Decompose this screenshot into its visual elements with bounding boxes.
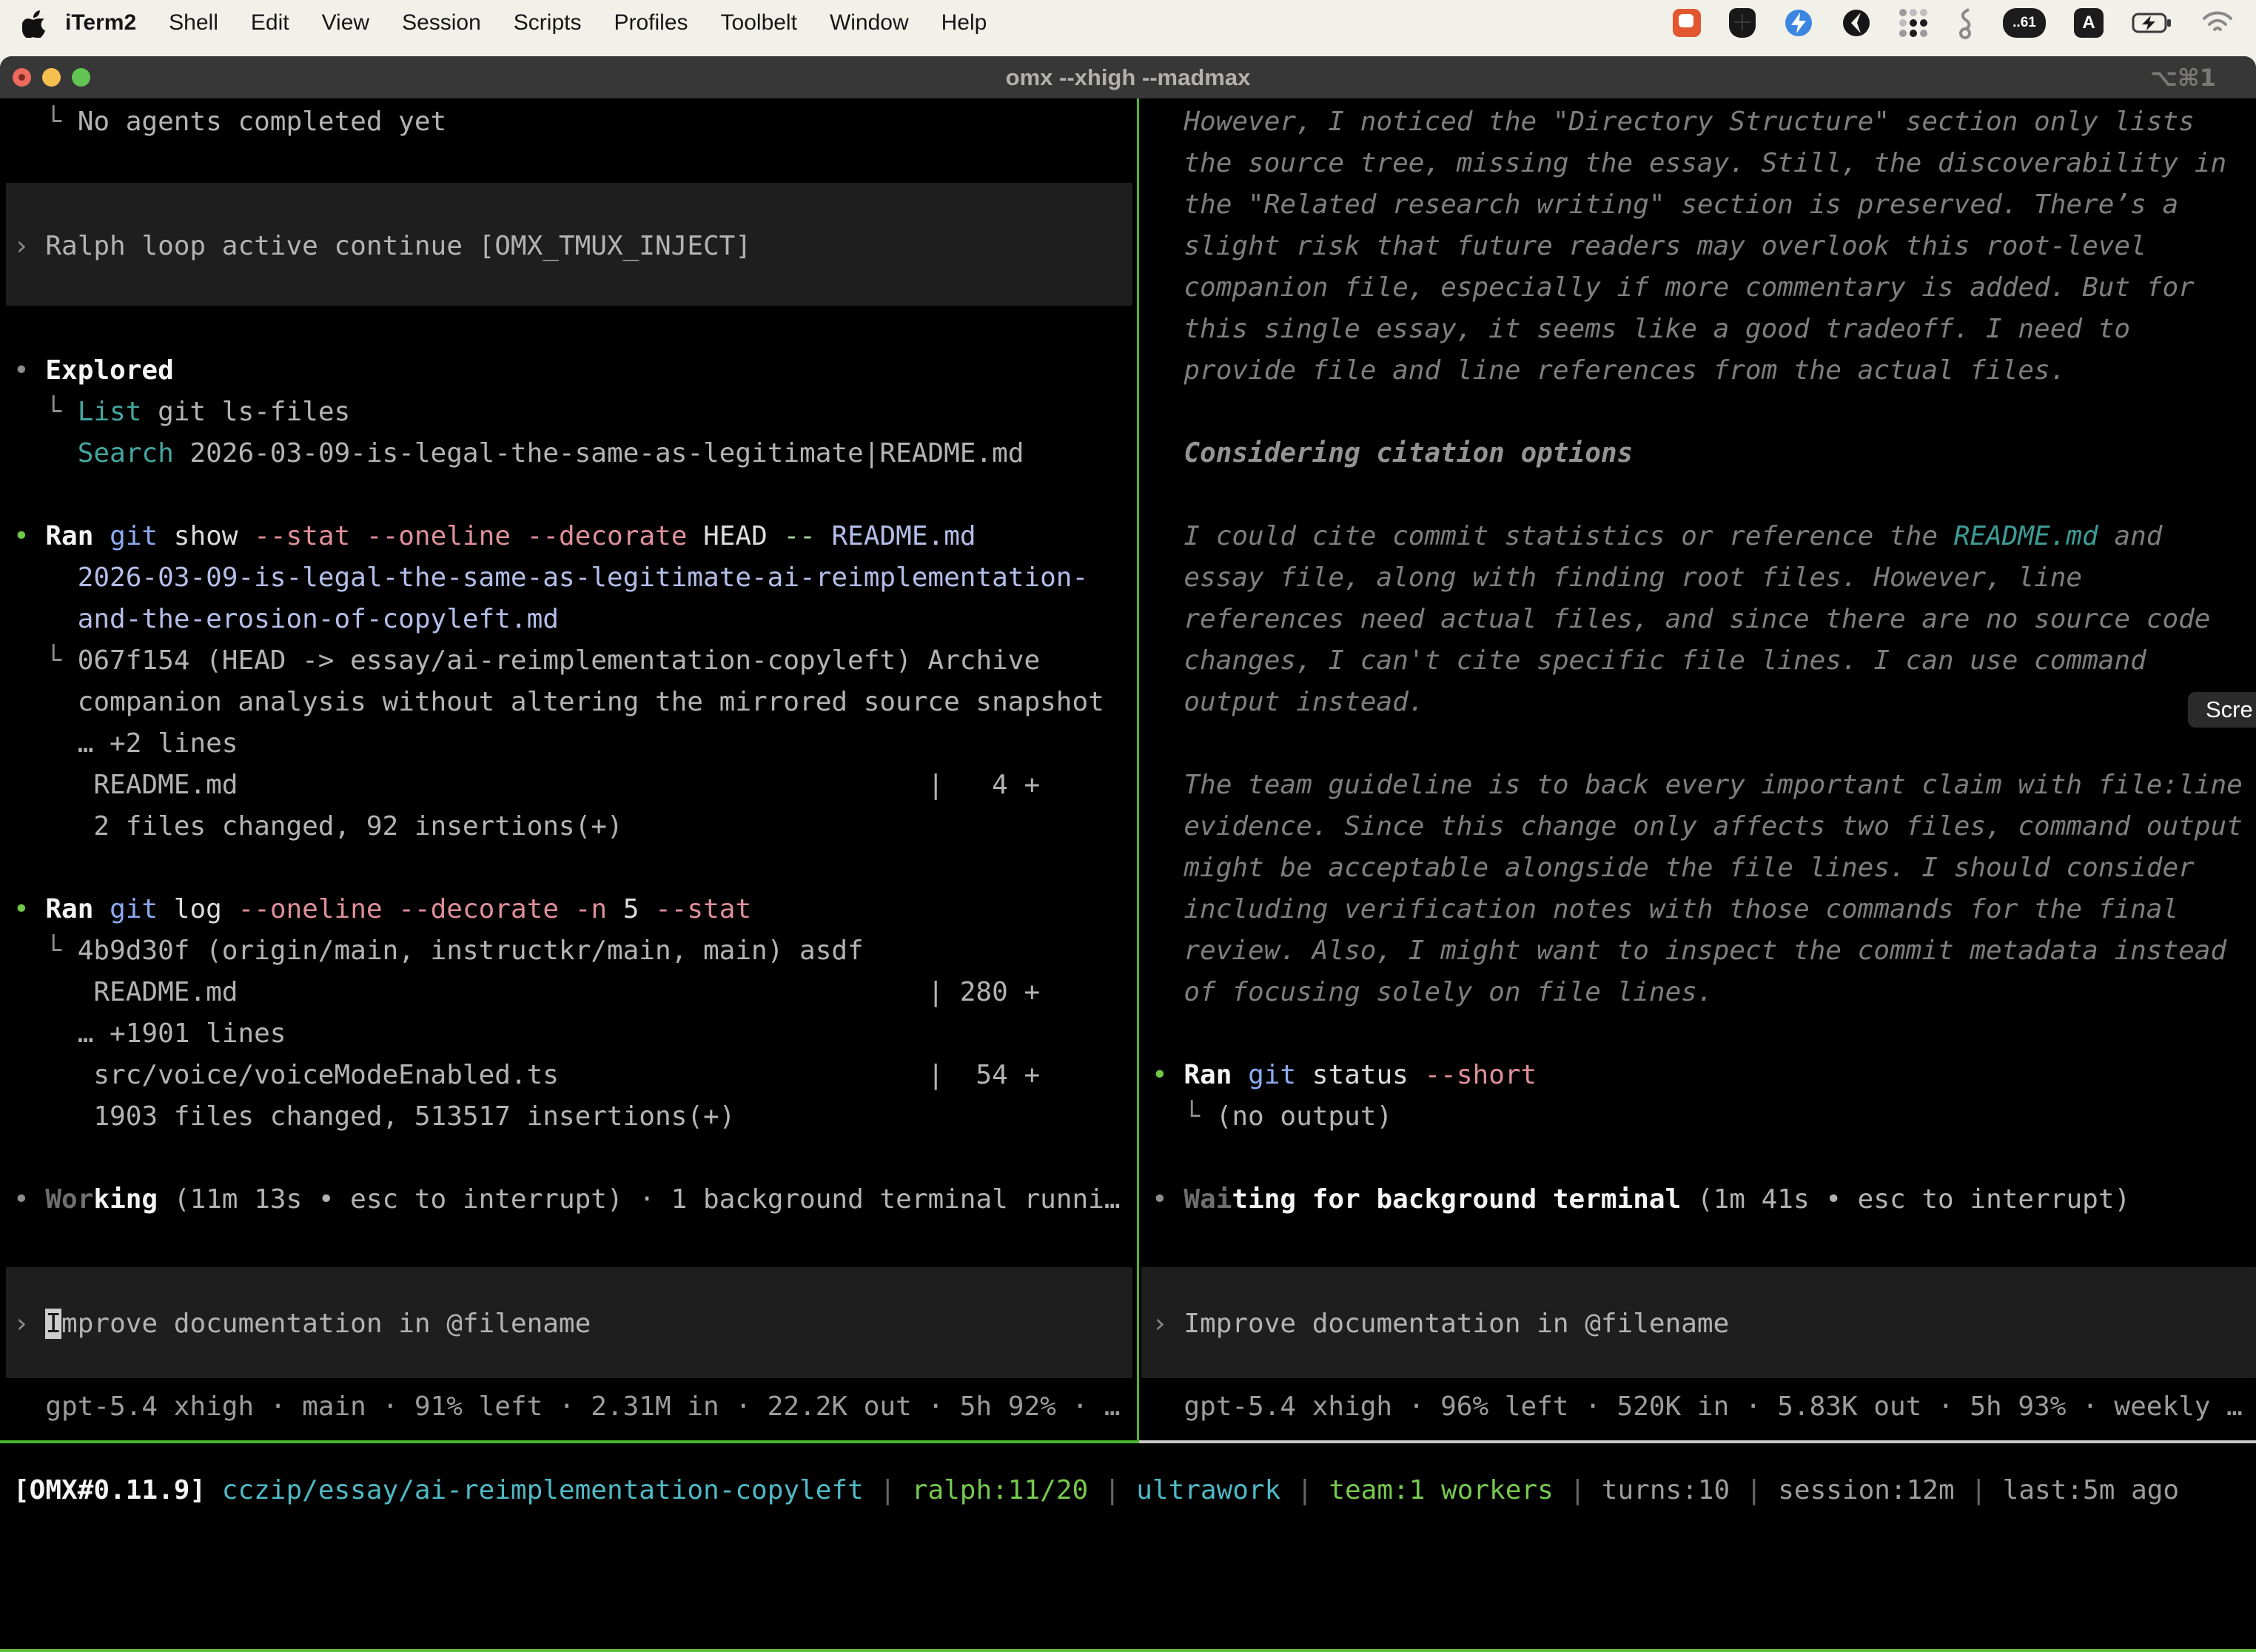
pane-divider[interactable] (1137, 98, 1139, 1443)
close-button[interactable] (13, 68, 31, 87)
menu-item-view[interactable]: View (322, 10, 369, 36)
screen-record-icon[interactable] (1673, 9, 1701, 37)
title-bar: omx --xhigh --madmax ⌥⌘1 (0, 56, 2256, 98)
terminal-line-left: and-the-erosion-of-copyleft.md (13, 599, 559, 640)
terminal-line-left: └ 4b9d30f (origin/main, instructkr/main,… (13, 930, 864, 972)
terminal-line-right: slight risk that future readers may over… (1152, 226, 2146, 267)
screen-share-chip[interactable]: Scre (2188, 692, 2256, 728)
tmux-pane-left[interactable]: └ No agents completed yet › Ralph loop ac… (0, 98, 1137, 1440)
terminal-area: └ No agents completed yet › Ralph loop ac… (0, 98, 2256, 1593)
menu-app-name[interactable]: iTerm2 (65, 10, 136, 36)
terminal-line-left: • Explored (13, 350, 174, 392)
menu-item-help[interactable]: Help (941, 10, 987, 36)
terminal-line-right: Considering citation options (1152, 433, 1633, 474)
terminal-line-left: └ 067f154 (HEAD -> essay/ai-reimplementa… (13, 640, 1040, 682)
terminal-line-right: including verification notes with those … (1152, 889, 2178, 930)
terminal-line-right: the source tree, missing the essay. Stil… (1152, 143, 2226, 184)
terminal-line-left: 1903 files changed, 513517 insertions(+) (13, 1096, 735, 1138)
terminal-line-right: └ (no output) (1152, 1096, 1392, 1138)
terminal-line-left: README.md | 280 + (13, 972, 1040, 1013)
menu-item-toolbelt[interactable]: Toolbelt (721, 10, 797, 36)
omx-status-line: [OMX#0.11.9] cczip/essay/ai-reimplementa… (13, 1467, 2256, 1508)
menu-item-profiles[interactable]: Profiles (614, 10, 688, 36)
terminal-line-left: … +1901 lines (13, 1013, 286, 1055)
terminal-line-left: README.md | 4 + (13, 765, 1040, 806)
terminal-line-left: gpt-5.4 xhigh · main · 91% left · 2.31M … (13, 1386, 1121, 1428)
arc-circle-icon[interactable] (1842, 8, 1871, 38)
terminal-line-right: I could cite commit statistics or refere… (1152, 516, 2162, 557)
hook-icon[interactable] (1955, 7, 1975, 39)
terminal-line-left: 2026-03-09-is-legal-the-same-as-legitima… (13, 557, 1088, 599)
terminal-line-right: gpt-5.4 xhigh · 96% left · 520K in · 5.8… (1152, 1386, 2243, 1428)
dots-grid-icon[interactable] (1899, 9, 1927, 37)
minimize-button[interactable] (42, 68, 61, 87)
terminal-line-left: └ List git ls-files (13, 392, 350, 433)
terminal-line-right: the "Related research writing" section i… (1152, 184, 2178, 226)
menu-item-session[interactable]: Session (402, 10, 481, 36)
menu-status-area: ..61 A (1673, 7, 2234, 39)
terminal-line-left: src/voice/voiceModeEnabled.ts | 54 + (13, 1055, 1040, 1096)
terminal-line-left: › Improve documentation in @filename (13, 1303, 591, 1345)
terminal-line-right: evidence. Since this change only affects… (1152, 806, 2243, 847)
terminal-line-right: might be acceptable alongside the file l… (1152, 847, 2195, 889)
terminal-line-left: … +2 lines (13, 723, 238, 765)
iterm-window: omx --xhigh --madmax ⌥⌘1 └ No agents com… (0, 56, 2256, 1652)
shield-grid-icon[interactable] (1729, 8, 1756, 38)
menu-item-window[interactable]: Window (830, 10, 909, 36)
terminal-line-left: • Working (11m 13s • esc to interrupt) ·… (13, 1179, 1121, 1220)
terminal-line-right: output instead. (1152, 682, 1424, 723)
zoom-button[interactable] (72, 68, 90, 87)
terminal-line-left: companion analysis without altering the … (13, 682, 1104, 723)
tmux-status-bar: [omx-cczip0:bash* "MacBook-Pro-44.local"… (0, 1649, 2256, 1652)
menu-item-scripts[interactable]: Scripts (514, 10, 582, 36)
apple-icon[interactable] (22, 8, 52, 38)
terminal-line-right: › Improve documentation in @filename (1152, 1303, 1729, 1345)
bolt-circle-icon[interactable] (1784, 8, 1813, 38)
terminal-line-left: Search 2026-03-09-is-legal-the-same-as-l… (13, 433, 1024, 474)
terminal-line-left: • Ran git show --stat --oneline --decora… (13, 516, 976, 557)
window-shortcut: ⌥⌘1 (2150, 64, 2216, 92)
omx-status-text: [OMX#0.11.9] cczip/essay/ai-reimplementa… (13, 1470, 2179, 1511)
pane-border-bottom-right (1139, 1440, 2256, 1443)
terminal-line-right: companion file, especially if more comme… (1152, 267, 2195, 309)
menu-bar: iTerm2 Shell Edit View Session Scripts Profil… (0, 0, 2256, 56)
terminal-line-right: • Waiting for background terminal (1m 41… (1152, 1179, 2130, 1220)
tmux-pane-right[interactable]: However, I noticed the "Directory Struct… (1139, 98, 2256, 1440)
terminal-line-left: › Ralph loop active continue [OMX_TMUX_I… (13, 226, 751, 267)
wifi-icon[interactable] (2201, 10, 2234, 36)
menu-item-edit[interactable]: Edit (251, 10, 289, 36)
pane-border-bottom-left (0, 1440, 1139, 1443)
terminal-line-right: references need actual files, and since … (1152, 599, 2210, 640)
terminal-line-right: this single essay, it seems like a good … (1152, 309, 2130, 350)
keyboard-layout-icon[interactable]: A (2074, 8, 2104, 38)
battery-icon[interactable] (2132, 8, 2173, 38)
terminal-line-left: 2 files changed, 92 insertions(+) (13, 806, 623, 847)
terminal-line-right: The team guideline is to back every impo… (1152, 765, 2243, 806)
terminal-line-right: provide file and line references from th… (1152, 350, 2066, 392)
terminal-line-left: • Ran git log --oneline --decorate -n 5 … (13, 889, 751, 930)
menu-item-shell[interactable]: Shell (169, 10, 218, 36)
terminal-line-right: changes, I can't cite specific file line… (1152, 640, 2146, 682)
terminal-line-right: essay file, along with finding root file… (1152, 557, 2082, 599)
terminal-line-right: review. Also, I might want to inspect th… (1152, 930, 2226, 972)
terminal-line-right: • Ran git status --short (1152, 1055, 1537, 1096)
terminal-line-right: However, I noticed the "Directory Struct… (1152, 101, 2195, 143)
status-badge-61[interactable]: ..61 (2003, 8, 2046, 38)
terminal-line-left: └ No agents completed yet (13, 101, 446, 143)
terminal-line-right: of focusing solely on file lines. (1152, 972, 1713, 1013)
window-title: omx --xhigh --madmax (0, 64, 2256, 91)
